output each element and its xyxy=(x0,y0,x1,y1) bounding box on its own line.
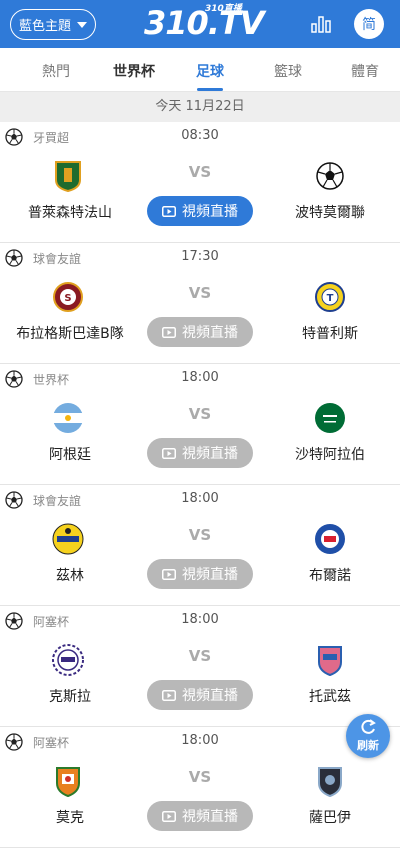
pink-shield-crest-icon xyxy=(318,646,342,676)
home-team-name[interactable]: 茲林 xyxy=(0,565,155,585)
live-stream-label: 視頻直播 xyxy=(182,204,238,220)
video-play-icon xyxy=(162,810,176,822)
top-bar: 藍色主題 310.TV 310直播 简 xyxy=(0,0,400,48)
sport-tabs: 熱門 世界杯 足球 籃球 體育 xyxy=(0,48,400,132)
away-team-name[interactable]: 布爾諾 xyxy=(245,565,400,585)
live-stream-button[interactable]: 視頻直播 xyxy=(147,801,253,831)
logo-subtext: 310直播 xyxy=(205,4,242,14)
match-row[interactable]: 阿塞杯 18:00 VS 莫克 薩巴伊 視頻直播 xyxy=(0,727,400,848)
live-stream-button[interactable]: 視頻直播 xyxy=(147,438,253,468)
active-tab-indicator xyxy=(197,88,223,91)
site-logo[interactable]: 310.TV 310直播 xyxy=(140,0,265,48)
away-team-name[interactable]: 沙特阿拉伯 xyxy=(245,444,400,464)
yellow-crest-icon xyxy=(52,523,84,555)
live-stream-label: 視頻直播 xyxy=(182,325,238,341)
tab-basketball[interactable]: 籃球 xyxy=(274,61,302,81)
language-toggle-button[interactable]: 简 xyxy=(354,9,384,39)
match-row[interactable]: 球會友誼 18:00 VS 茲林 布爾諾 視頻直播 xyxy=(0,485,400,606)
video-play-icon xyxy=(162,326,176,338)
theme-label: 藍色主題 xyxy=(18,19,71,34)
video-play-icon xyxy=(162,205,176,217)
match-row[interactable]: 牙買超 08:30 VS 普萊森特法山 波特莫爾聯 視頻直播 xyxy=(0,122,400,243)
yellow-round-crest-icon: T xyxy=(315,282,345,312)
match-time: 08:30 xyxy=(181,128,219,143)
match-time: 18:00 xyxy=(181,491,219,506)
video-play-icon xyxy=(162,447,176,459)
match-row[interactable]: 阿塞杯 18:00 VS 克斯拉 托武茲 視頻直播 xyxy=(0,606,400,727)
home-team-name[interactable]: 布拉格斯巴達B隊 xyxy=(0,323,155,343)
refresh-icon xyxy=(361,719,376,734)
blue-red-crest-icon xyxy=(315,524,345,554)
away-team-name[interactable]: 波特莫爾聯 xyxy=(245,202,400,222)
saudi-flag-icon xyxy=(315,403,345,433)
live-stream-button[interactable]: 視頻直播 xyxy=(147,680,253,710)
video-play-icon xyxy=(162,689,176,701)
live-stream-label: 視頻直播 xyxy=(182,446,238,462)
live-stream-label: 視頻直播 xyxy=(182,567,238,583)
stats-icon[interactable] xyxy=(311,14,331,34)
refresh-label: 刷新 xyxy=(357,739,379,752)
svg-text:S: S xyxy=(64,293,71,304)
orange-shield-crest-icon xyxy=(56,767,80,797)
live-stream-button[interactable]: 視頻直播 xyxy=(147,317,253,347)
logo-text: 310.TV xyxy=(144,4,265,42)
green-shield-crest-icon xyxy=(55,161,81,192)
svg-text:T: T xyxy=(327,293,334,304)
tab-football[interactable]: 足球 xyxy=(196,61,224,81)
match-row[interactable]: 世界杯 18:00 VS 阿根廷 沙特阿拉伯 視頻直播 xyxy=(0,364,400,485)
away-team-name[interactable]: 特普利斯 xyxy=(245,323,400,343)
inter-crest-icon xyxy=(52,644,84,676)
match-time: 18:00 xyxy=(181,733,219,748)
match-time: 18:00 xyxy=(181,370,219,385)
live-stream-button[interactable]: 視頻直播 xyxy=(147,559,253,589)
home-team-name[interactable]: 阿根廷 xyxy=(0,444,155,464)
video-play-icon xyxy=(162,568,176,580)
match-row[interactable]: 球會友誼 17:30 VS S T 布拉格斯巴達B隊 特普利斯 視頻直播 xyxy=(0,243,400,364)
live-stream-label: 視頻直播 xyxy=(182,688,238,704)
theme-selector-button[interactable]: 藍色主題 xyxy=(10,9,96,40)
refresh-button[interactable]: 刷新 xyxy=(346,714,390,758)
sparta-red-crest-icon: S xyxy=(53,282,83,312)
live-stream-button[interactable]: 視頻直播 xyxy=(147,196,253,226)
tab-world-cup[interactable]: 世界杯 xyxy=(113,61,155,81)
tab-hot[interactable]: 熱門 xyxy=(42,61,70,81)
home-team-name[interactable]: 莫克 xyxy=(0,807,155,827)
away-team-name[interactable]: 薩巴伊 xyxy=(245,807,400,827)
dark-shield-crest-icon xyxy=(318,767,342,797)
match-time: 18:00 xyxy=(181,612,219,627)
date-header: 今天 11月22日 xyxy=(0,92,400,122)
match-time: 17:30 xyxy=(181,249,219,264)
live-stream-label: 視頻直播 xyxy=(182,809,238,825)
tab-sports[interactable]: 體育 xyxy=(351,61,379,81)
chevron-down-icon xyxy=(77,21,87,28)
home-team-name[interactable]: 克斯拉 xyxy=(0,686,155,706)
argentina-flag-icon xyxy=(53,403,83,433)
home-team-name[interactable]: 普萊森特法山 xyxy=(0,202,155,222)
away-team-name[interactable]: 托武茲 xyxy=(245,686,400,706)
soccer-ball-crest-icon xyxy=(316,162,344,190)
